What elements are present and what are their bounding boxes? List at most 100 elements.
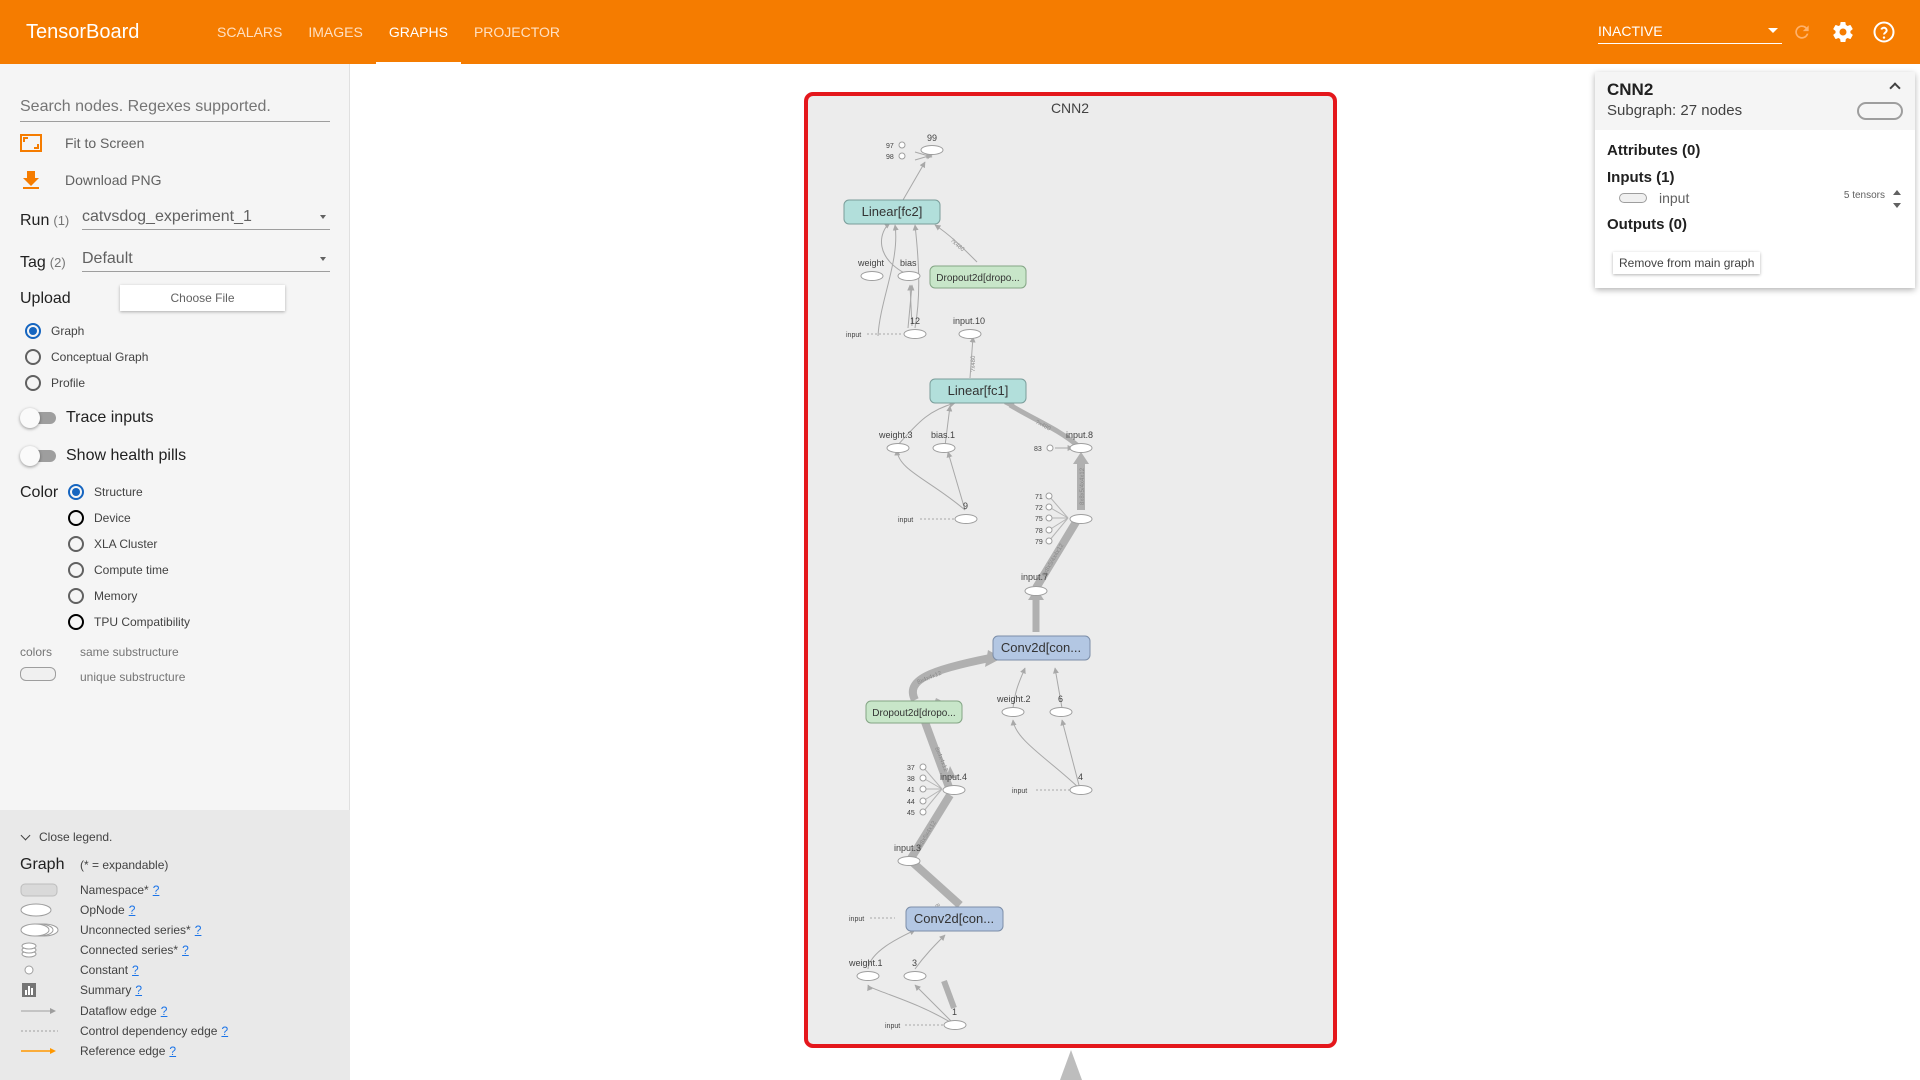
- legend-help-link[interactable]: ?: [135, 983, 142, 997]
- legend-item-unconnected-series: Unconnected series*?: [20, 922, 340, 938]
- settings-icon[interactable]: [1831, 20, 1855, 44]
- constant-node-41[interactable]: [919, 785, 927, 793]
- chevron-down-icon: [1768, 28, 1778, 33]
- op-label: 72: [1035, 505, 1043, 512]
- legend-label: Reference edge: [80, 1044, 166, 1058]
- op-node-bias[interactable]: [897, 271, 921, 281]
- constant-node-71[interactable]: [1045, 492, 1053, 500]
- graph-type-profile[interactable]: Profile: [25, 375, 85, 391]
- tensor-expand-stepper[interactable]: [1893, 190, 1903, 208]
- constant-node-97[interactable]: [898, 141, 906, 149]
- tag-select[interactable]: Default: [82, 246, 330, 272]
- op-node-concat[interactable]: [1069, 514, 1093, 524]
- trace-inputs-toggle[interactable]: Trace inputs: [20, 408, 153, 428]
- conv2d-upper-label: Conv2d[con...: [1001, 640, 1081, 655]
- legend-help-link[interactable]: ?: [132, 963, 139, 977]
- fit-to-screen-icon: [20, 134, 42, 152]
- legend-label: Constant: [80, 963, 129, 977]
- op-node-12[interactable]: [903, 329, 927, 339]
- color-structure-option[interactable]: Structure: [68, 484, 143, 500]
- health-pills-toggle[interactable]: Show health pills: [20, 446, 186, 466]
- constant-node-79[interactable]: [1045, 537, 1053, 545]
- op-node-input3[interactable]: [897, 856, 921, 866]
- legend-label: Control dependency edge: [80, 1024, 218, 1038]
- legend-help-link[interactable]: ?: [129, 903, 136, 917]
- legend-help-link[interactable]: ?: [221, 1024, 228, 1038]
- chevron-down-icon: [20, 830, 31, 840]
- legend-item-constant: Constant?: [20, 962, 340, 978]
- close-legend-button[interactable]: Close legend.: [20, 830, 113, 844]
- op-node-6[interactable]: [1049, 707, 1073, 717]
- tab-images[interactable]: IMAGES: [295, 0, 375, 64]
- op-node-3[interactable]: [903, 971, 927, 981]
- constant-node-38[interactable]: [919, 774, 927, 782]
- op-node-4[interactable]: [1069, 785, 1093, 795]
- search-nodes-input[interactable]: [20, 92, 330, 122]
- op-node-input8[interactable]: [1069, 443, 1093, 453]
- op-node-input4[interactable]: [942, 785, 966, 795]
- remove-from-main-graph-button[interactable]: Remove from main graph: [1613, 252, 1761, 274]
- refresh-icon[interactable]: [1790, 20, 1814, 44]
- tab-graphs[interactable]: GRAPHS: [375, 0, 462, 64]
- legend-label: Namespace*: [80, 883, 149, 897]
- inactive-dashboard-select[interactable]: INACTIVE: [1598, 18, 1782, 44]
- op-label: 4: [1078, 772, 1083, 782]
- op-label: 12: [910, 316, 920, 326]
- op-label: 75: [1035, 516, 1043, 523]
- run-label-text: Run: [20, 212, 50, 229]
- color-memory-option[interactable]: Memory: [68, 588, 137, 604]
- graph-type-conceptual[interactable]: Conceptual Graph: [25, 349, 148, 365]
- legend-help-link[interactable]: ?: [153, 883, 160, 897]
- constant-node-75[interactable]: [1045, 514, 1053, 522]
- radio-selected-icon: [68, 484, 84, 500]
- chevron-up-icon: [1893, 190, 1901, 195]
- constant-node-83[interactable]: [1046, 444, 1054, 452]
- run-label: Run (1): [20, 212, 82, 230]
- legend-help-link[interactable]: ?: [182, 943, 189, 957]
- input-item[interactable]: input: [1619, 190, 1689, 206]
- fit-to-screen-button[interactable]: Fit to Screen: [20, 134, 144, 152]
- tab-projector[interactable]: PROJECTOR: [461, 0, 573, 64]
- color-tpu-option[interactable]: TPU Compatibility: [68, 614, 190, 630]
- op-node-weight3[interactable]: [886, 443, 910, 453]
- download-png-button[interactable]: Download PNG: [20, 170, 162, 190]
- graph-type-graph[interactable]: Graph: [25, 323, 84, 339]
- run-select[interactable]: catvsdog_experiment_1: [82, 204, 330, 230]
- op-node-9[interactable]: [954, 514, 978, 524]
- constant-node-45[interactable]: [919, 808, 927, 816]
- op-node-weight[interactable]: [860, 271, 884, 281]
- op-node-weight1[interactable]: [856, 971, 880, 981]
- cnn2-group-box[interactable]: [804, 92, 1337, 1048]
- help-icon[interactable]: [1872, 20, 1896, 44]
- close-legend-label: Close legend.: [39, 830, 113, 844]
- info-card-header: CNN2 Subgraph: 27 nodes: [1595, 72, 1915, 130]
- color-compute-time-option[interactable]: Compute time: [68, 562, 169, 578]
- control-edge-icon: [21, 1030, 58, 1032]
- op-node-weight2[interactable]: [1001, 707, 1025, 717]
- legend-help-link[interactable]: ?: [169, 1044, 176, 1058]
- op-label: 99: [927, 133, 937, 143]
- op-node-99[interactable]: [920, 145, 944, 155]
- constant-node-98[interactable]: [898, 152, 906, 160]
- collapse-chevron-icon[interactable]: [1889, 82, 1901, 94]
- legend-help-link[interactable]: ?: [195, 923, 202, 937]
- download-icon: [23, 171, 39, 189]
- op-node-1[interactable]: [943, 1020, 967, 1030]
- op-label: 38: [907, 776, 915, 783]
- summary-icon: [22, 983, 36, 997]
- tab-scalars[interactable]: SCALARS: [204, 0, 295, 64]
- legend-help-link[interactable]: ?: [161, 1004, 168, 1018]
- constant-node-44[interactable]: [919, 797, 927, 805]
- constant-node-37[interactable]: [919, 763, 927, 771]
- color-xla-option[interactable]: XLA Cluster: [68, 536, 157, 552]
- op-label: 45: [907, 810, 915, 817]
- upload-label: Upload: [20, 290, 71, 307]
- op-node-input7[interactable]: [1024, 586, 1048, 596]
- constant-node-78[interactable]: [1045, 526, 1053, 534]
- op-node-input10[interactable]: [958, 329, 982, 339]
- color-device-option[interactable]: Device: [68, 510, 131, 526]
- legend-item-opnode: OpNode?: [20, 902, 340, 918]
- op-node-bias1[interactable]: [932, 443, 956, 453]
- choose-file-button[interactable]: Choose File: [120, 285, 285, 311]
- constant-node-72[interactable]: [1045, 503, 1053, 511]
